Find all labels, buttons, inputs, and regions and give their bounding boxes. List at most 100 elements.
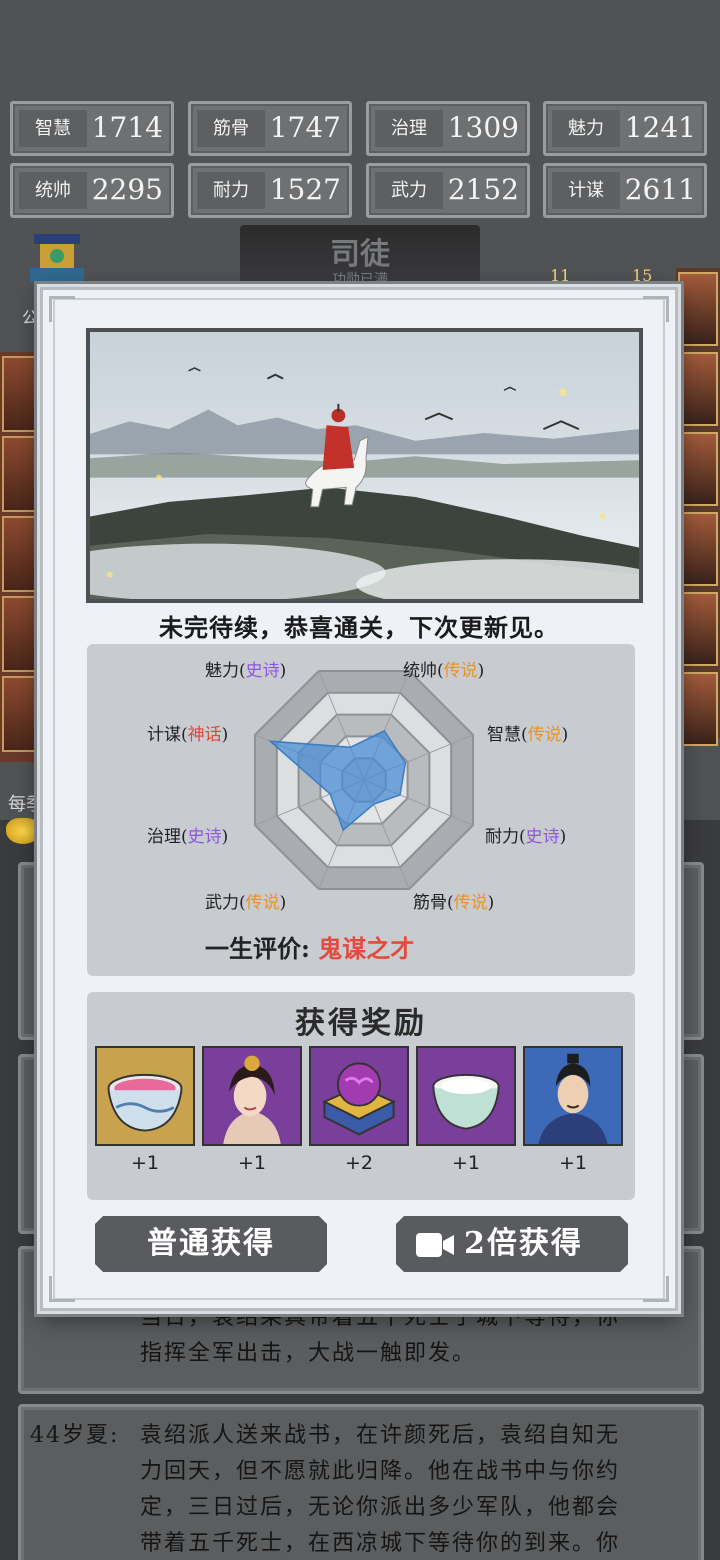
portrait-tile[interactable] (678, 272, 718, 346)
radar-axis-name: 计谋 (147, 725, 181, 745)
badge-11: 11 (550, 266, 571, 285)
radar-quality: 传说 (453, 893, 488, 913)
stat-value: 2152 (447, 173, 519, 206)
corner-ornament (49, 1276, 75, 1302)
stat-label: 魅力 (552, 110, 620, 147)
stat-tongshuai: 统帅 2295 (10, 163, 174, 218)
radar-label-zhihui: 智慧(传说) (487, 725, 569, 745)
radar-axis-name: 治理 (147, 827, 181, 847)
rank-title-banner: 司徒 功勋已满 (240, 225, 480, 290)
radar-label-naili: 耐力(史诗) (485, 827, 567, 847)
stat-label: 智慧 (19, 110, 87, 147)
reward-count: +1 (558, 1152, 587, 1174)
radar-label-zhili: 治理(史诗) (147, 827, 229, 847)
stat-value: 2611 (624, 173, 696, 206)
right-portrait-column (676, 268, 720, 746)
radar-label-jingu: 筋骨(传说) (413, 893, 495, 913)
stat-label: 武力 (375, 172, 443, 209)
white-bowl-icon[interactable] (416, 1046, 516, 1146)
stat-value: 1747 (269, 111, 341, 144)
reward-count: +1 (237, 1152, 266, 1174)
left-portrait-column (0, 352, 40, 762)
ending-message: 未完待续，恭喜通关，下次更新见。 (159, 613, 559, 642)
radar-axis-name: 武力 (205, 893, 239, 913)
life-eval-value: 鬼谋之才 (318, 934, 415, 963)
portrait-tile[interactable] (678, 672, 718, 746)
evaluation-panel: 统帅(传说) 智慧(传说) 耐力(史诗) 筋骨(传说) 武力(传说) 治理(史诗… (87, 644, 635, 976)
radar-axis-name: 统帅 (403, 661, 437, 681)
general-portrait-icon[interactable] (523, 1046, 623, 1146)
reward-count: +2 (344, 1152, 373, 1174)
portrait-tile[interactable] (678, 592, 718, 666)
radar-axis-name: 耐力 (485, 827, 519, 847)
badge-15: 15 (632, 266, 653, 285)
radar-quality: 传说 (443, 661, 478, 681)
log-line: 带着五千死士，在西凉城下等待你的到来。你 (140, 1531, 621, 1556)
gold-ingot-icon (6, 818, 40, 844)
rewards-title: 获得奖励 (295, 1006, 427, 1041)
radar-quality: 神话 (187, 725, 222, 745)
log-line: 袁绍派人送来战书，在许颜死后，袁绍自知无 (140, 1423, 621, 1448)
rewards-panel: 获得奖励 +1 +1 +2 +1 +1 (87, 992, 635, 1200)
portrait-tile[interactable] (2, 356, 38, 432)
portrait-tile[interactable] (2, 596, 38, 672)
stat-jingu: 筋骨 1747 (188, 101, 352, 156)
radar-axis-name: 智慧 (487, 725, 521, 745)
purple-gem-chest-icon[interactable] (309, 1046, 409, 1146)
stat-meili: 魅力 1241 (543, 101, 707, 156)
radar-label-tongshuai: 统帅(传说) (403, 661, 485, 681)
log-line: 指挥全军出击，大战一触即发。 (140, 1341, 477, 1366)
stat-label: 统帅 (19, 172, 87, 209)
stat-zhihui: 智慧 1714 (10, 101, 174, 156)
double-claim-button[interactable]: 2倍获得 (396, 1216, 628, 1272)
season-text: 每季 (8, 794, 44, 815)
pink-potion-bowl-icon[interactable] (95, 1046, 195, 1146)
reward-count: +1 (130, 1152, 159, 1174)
reward-count: +1 (451, 1152, 480, 1174)
video-camera-icon (416, 1231, 456, 1259)
beauty-portrait-icon[interactable] (202, 1046, 302, 1146)
radar-axis-name: 筋骨 (413, 893, 447, 913)
stat-value: 1714 (91, 111, 163, 144)
corner-ornament (643, 296, 669, 322)
stat-label: 筋骨 (197, 110, 265, 147)
portrait-tile[interactable] (678, 432, 718, 506)
radar-quality: 史诗 (525, 827, 560, 847)
normal-claim-button[interactable]: 普通获得 (95, 1216, 327, 1272)
radar-quality: 传说 (527, 725, 562, 745)
radar-quality: 史诗 (245, 661, 280, 681)
stat-wuli: 武力 2152 (366, 163, 530, 218)
portrait-tile[interactable] (2, 676, 38, 752)
log-line: 力回天，但不愿就此归降。他在战书中与你约 (140, 1459, 621, 1484)
corner-ornament (643, 1276, 669, 1302)
corner-ornament (49, 296, 75, 322)
stat-label: 治理 (375, 110, 443, 147)
ending-dialog: 未完待续，恭喜通关，下次更新见。 统帅(传说) 智慧(传说) 耐力(史诗) 筋骨… (40, 287, 678, 1311)
ending-scene-image (86, 328, 643, 603)
radar-label-jimou: 计谋(神话) (147, 725, 229, 745)
stat-label: 计谋 (552, 172, 620, 209)
stat-jimou: 计谋 2611 (543, 163, 707, 218)
radar-label-wuli: 武力(传说) (205, 893, 287, 913)
stat-naili: 耐力 1527 (188, 163, 352, 218)
rank-subtitle: 功勋已满 (332, 272, 388, 288)
portrait-tile[interactable] (678, 352, 718, 426)
radar-quality: 史诗 (187, 827, 222, 847)
stat-value: 1309 (447, 111, 519, 144)
life-evaluation: 一生评价: 鬼谋之才 (205, 929, 414, 964)
stat-value: 2295 (91, 173, 163, 206)
portrait-tile[interactable] (2, 436, 38, 512)
radar-quality: 传说 (245, 893, 280, 913)
log-line: 定，三日过后，无论你派出多少军队，他都会 (140, 1495, 621, 1520)
portrait-tile[interactable] (678, 512, 718, 586)
stat-value: 1241 (624, 111, 696, 144)
radar-axis-name: 魅力 (205, 661, 239, 681)
stat-zhili: 治理 1309 (366, 101, 530, 156)
official-hat-icon[interactable] (22, 228, 92, 288)
rank-title: 司徒 (330, 237, 390, 272)
stat-label: 耐力 (197, 172, 265, 209)
side-left-label: 公 (22, 308, 39, 327)
double-claim-label: 2倍获得 (464, 1226, 583, 1261)
portrait-tile[interactable] (2, 516, 38, 592)
life-eval-label: 一生评价: (205, 934, 310, 963)
